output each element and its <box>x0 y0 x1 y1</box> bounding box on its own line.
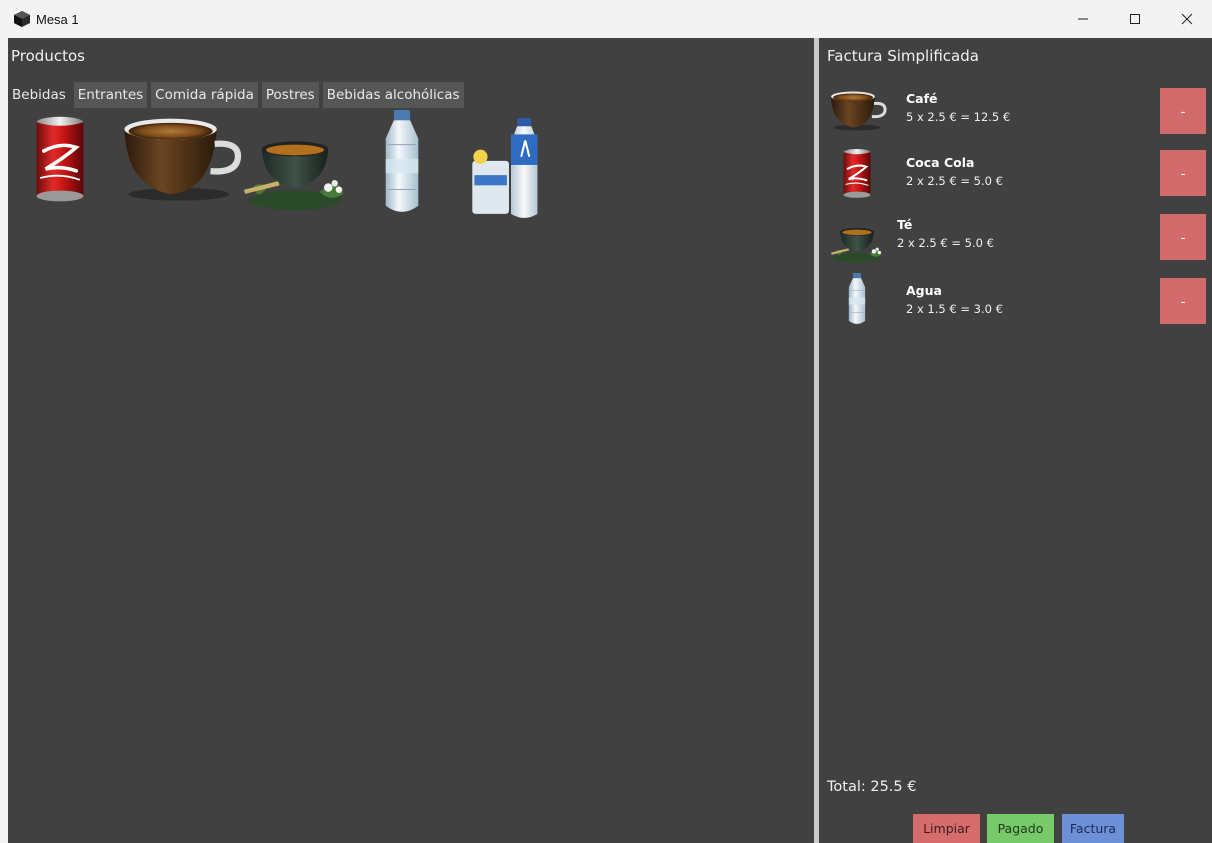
invoice-panel: Factura Simplificada Café 5 x 2.5 € = 12… <box>819 38 1212 843</box>
remove-item-button[interactable]: - <box>1160 88 1206 134</box>
product-grid <box>20 110 580 225</box>
aquarius-drink-icon[interactable] <box>470 112 552 224</box>
remove-item-button[interactable]: - <box>1160 278 1206 324</box>
coca-cola-can-icon <box>827 148 887 200</box>
remove-item-button[interactable]: - <box>1160 214 1206 260</box>
invoice-total: Total: 25.5 € <box>827 779 917 795</box>
invoice-item-cafe: Café 5 x 2.5 € = 12.5 € - <box>819 84 1212 136</box>
invoice-item-name: Té <box>897 217 913 232</box>
minimize-icon <box>1078 18 1088 20</box>
invoice-item-calc: 2 x 2.5 € = 5.0 € <box>897 236 994 250</box>
invoice-title: Factura Simplificada <box>827 47 979 65</box>
invoice-item-name: Agua <box>906 283 942 298</box>
coffee-cup-icon <box>827 84 887 136</box>
close-button[interactable] <box>1164 0 1210 38</box>
tea-bowl-icon[interactable] <box>236 116 354 214</box>
title-bar: Mesa 1 <box>0 0 1212 38</box>
invoice-button[interactable]: Factura <box>1062 814 1124 843</box>
category-tabs: Bebidas Entrantes Comida rápida Postres … <box>8 82 464 108</box>
maximize-button[interactable] <box>1112 0 1158 38</box>
tea-bowl-icon <box>827 214 887 266</box>
tab-postres[interactable]: Postres <box>261 82 319 108</box>
products-title: Productos <box>11 47 85 65</box>
products-panel: Productos Bebidas Entrantes Comida rápid… <box>8 38 814 843</box>
invoice-item-calc: 2 x 1.5 € = 3.0 € <box>906 302 1003 316</box>
water-bottle-icon[interactable] <box>370 108 434 220</box>
tab-bebidas-alcoholicas[interactable]: Bebidas alcohólicas <box>322 82 464 108</box>
minimize-button[interactable] <box>1060 0 1106 38</box>
invoice-item-name: Café <box>906 91 938 106</box>
window-title: Mesa 1 <box>36 11 79 27</box>
invoice-item-te: Té 2 x 2.5 € = 5.0 € - <box>819 212 1212 264</box>
tab-comida-rapida[interactable]: Comida rápida <box>151 82 258 108</box>
tab-entrantes[interactable]: Entrantes <box>73 82 148 108</box>
water-bottle-icon <box>827 272 887 328</box>
remove-item-button[interactable]: - <box>1160 150 1206 196</box>
main-content: Productos Bebidas Entrantes Comida rápid… <box>8 38 1212 843</box>
invoice-item-coca-cola: Coca Cola 2 x 2.5 € = 5.0 € - <box>819 148 1212 200</box>
tab-bebidas[interactable]: Bebidas <box>8 82 70 108</box>
cube-icon <box>14 11 30 27</box>
coffee-cup-icon[interactable] <box>116 110 242 205</box>
invoice-item-name: Coca Cola <box>906 155 975 170</box>
invoice-item-calc: 5 x 2.5 € = 12.5 € <box>906 110 1011 124</box>
coca-cola-can-icon[interactable] <box>24 110 96 210</box>
clear-button[interactable]: Limpiar <box>913 814 980 843</box>
maximize-icon <box>1130 14 1140 24</box>
paid-button[interactable]: Pagado <box>987 814 1054 843</box>
invoice-item-agua: Agua 2 x 1.5 € = 3.0 € - <box>819 274 1212 326</box>
invoice-item-calc: 2 x 2.5 € = 5.0 € <box>906 174 1003 188</box>
close-icon <box>1181 13 1193 25</box>
